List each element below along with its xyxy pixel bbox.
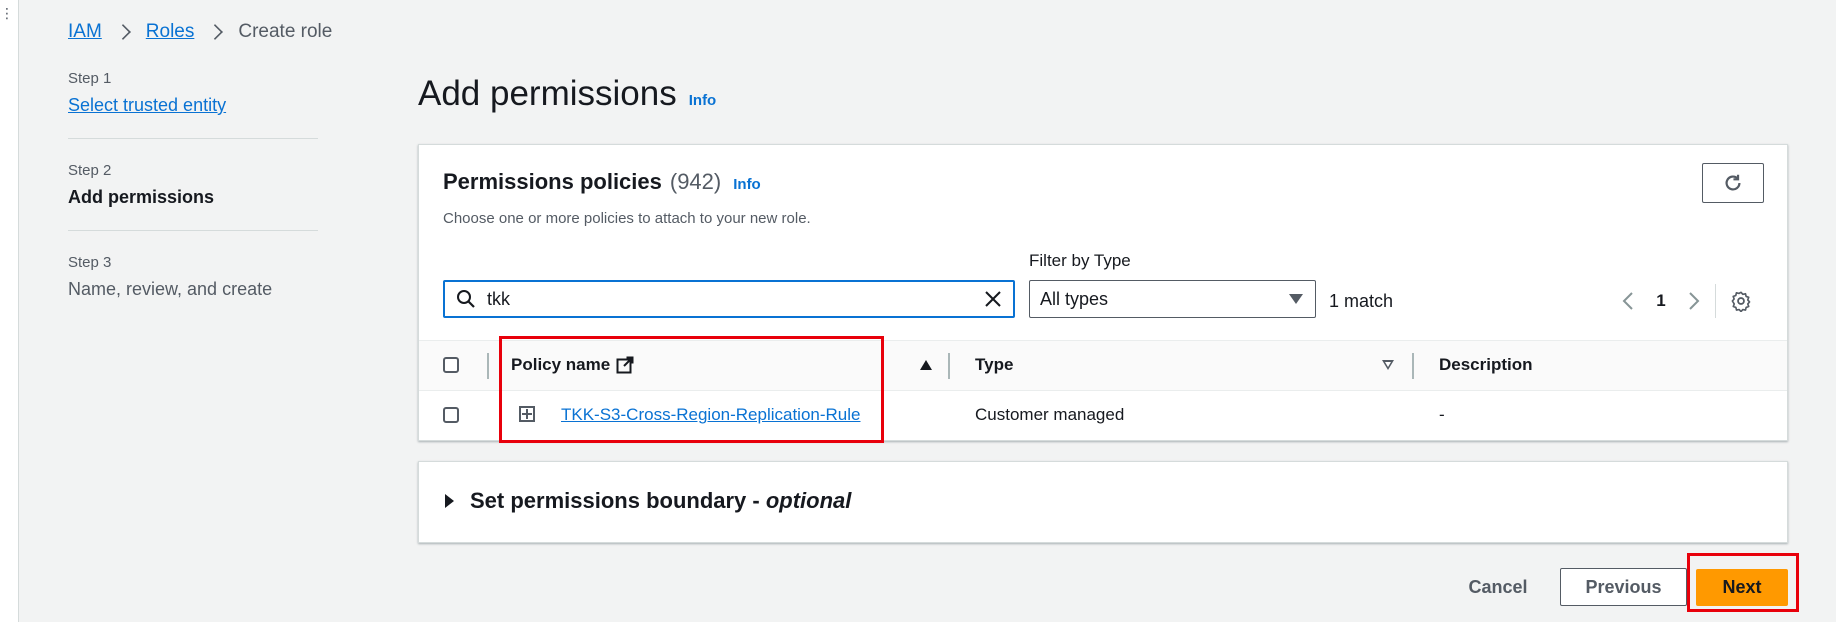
table-header-row: Policy name Type Description bbox=[419, 340, 1787, 391]
search-input[interactable]: tkk bbox=[443, 280, 1015, 318]
page-number[interactable]: 1 bbox=[1641, 291, 1681, 311]
policy-name-link[interactable]: TKK-S3-Cross-Region-Replication-Rule bbox=[561, 405, 861, 425]
permissions-policies-panel: Permissions policies (942) Info Choose o… bbox=[418, 144, 1788, 441]
step-3: Step 3 Name, review, and create bbox=[68, 254, 318, 322]
step-number: Step 2 bbox=[68, 162, 112, 179]
filter-type-select[interactable]: All types bbox=[1029, 280, 1316, 318]
refresh-button[interactable] bbox=[1702, 163, 1764, 203]
column-description[interactable]: Description bbox=[1439, 355, 1533, 375]
search-icon bbox=[455, 288, 477, 310]
panel-info-link[interactable]: Info bbox=[733, 176, 761, 193]
step-3-title: Name, review, and create bbox=[68, 279, 273, 299]
sort-icon[interactable] bbox=[1382, 360, 1394, 370]
panel-title: Permissions policies bbox=[443, 169, 662, 194]
caret-down-icon bbox=[1289, 294, 1303, 304]
column-divider bbox=[487, 353, 489, 379]
column-type[interactable]: Type bbox=[975, 355, 1013, 375]
column-policy-name[interactable]: Policy name bbox=[511, 355, 634, 375]
boundary-title-text: Set permissions boundary - bbox=[470, 488, 766, 513]
gear-icon[interactable] bbox=[1726, 286, 1756, 316]
row-checkbox[interactable] bbox=[443, 407, 459, 423]
sort-ascending-icon[interactable] bbox=[920, 360, 932, 370]
boundary-optional: optional bbox=[765, 488, 852, 513]
caret-right-icon bbox=[445, 494, 454, 508]
step-number: Step 3 bbox=[68, 254, 112, 271]
table-row: TKK-S3-Cross-Region-Replication-Rule Cus… bbox=[419, 391, 1787, 439]
cancel-button[interactable]: Cancel bbox=[1453, 568, 1543, 606]
filter-type-value: All types bbox=[1040, 288, 1109, 309]
clear-icon[interactable] bbox=[981, 287, 1005, 311]
select-all-checkbox[interactable] bbox=[443, 357, 459, 373]
column-divider bbox=[1412, 353, 1414, 379]
step-2: Step 2 Add permissions bbox=[68, 162, 318, 231]
more-icon[interactable]: ⋮ bbox=[0, 6, 14, 20]
breadcrumb-current: Create role bbox=[238, 21, 333, 42]
left-rail: ⋮ bbox=[0, 0, 19, 622]
permissions-boundary-section[interactable]: Set permissions boundary - optional bbox=[418, 461, 1788, 543]
chevron-right-icon[interactable] bbox=[1681, 286, 1707, 316]
page-title-text: Add permissions bbox=[418, 74, 677, 113]
filter-by-type-label: Filter by Type bbox=[1029, 251, 1131, 270]
policy-description: - bbox=[1439, 405, 1445, 424]
step-1: Step 1 Select trusted entity bbox=[68, 70, 318, 139]
next-button[interactable]: Next bbox=[1696, 569, 1788, 606]
match-count: 1 match bbox=[1329, 291, 1394, 311]
breadcrumb: IAM Roles Create role bbox=[68, 21, 332, 43]
breadcrumb-roles-link[interactable]: Roles bbox=[146, 21, 195, 43]
refresh-icon bbox=[1725, 174, 1741, 191]
pager-divider bbox=[1715, 284, 1716, 318]
column-divider bbox=[948, 353, 950, 379]
search-value[interactable]: tkk bbox=[487, 289, 981, 310]
external-link-icon bbox=[616, 356, 634, 374]
policy-count: (942) bbox=[669, 169, 722, 194]
step-number: Step 1 bbox=[68, 70, 112, 87]
panel-header: Permissions policies (942) Info bbox=[443, 169, 761, 195]
page-title: Add permissions Info bbox=[418, 74, 716, 114]
wizard-steps: Step 1 Select trusted entity Step 2 Add … bbox=[68, 70, 318, 345]
boundary-title: Set permissions boundary - optional bbox=[470, 488, 851, 514]
policy-type: Customer managed bbox=[975, 405, 1125, 424]
page-info-link[interactable]: Info bbox=[689, 92, 717, 109]
policies-table: Policy name Type Description TKK-S3-Cros… bbox=[419, 340, 1787, 439]
pagination: 1 bbox=[1615, 284, 1756, 318]
chevron-left-icon[interactable] bbox=[1615, 286, 1641, 316]
chevron-right-icon bbox=[114, 24, 131, 40]
breadcrumb-iam-link[interactable]: IAM bbox=[68, 21, 102, 43]
step-1-link[interactable]: Select trusted entity bbox=[68, 95, 226, 115]
previous-button[interactable]: Previous bbox=[1560, 568, 1687, 606]
chevron-right-icon bbox=[207, 24, 224, 40]
expand-icon[interactable] bbox=[519, 406, 535, 422]
step-2-title: Add permissions bbox=[68, 187, 215, 207]
column-policy-name-label: Policy name bbox=[511, 355, 611, 374]
panel-description: Choose one or more policies to attach to… bbox=[443, 210, 811, 227]
